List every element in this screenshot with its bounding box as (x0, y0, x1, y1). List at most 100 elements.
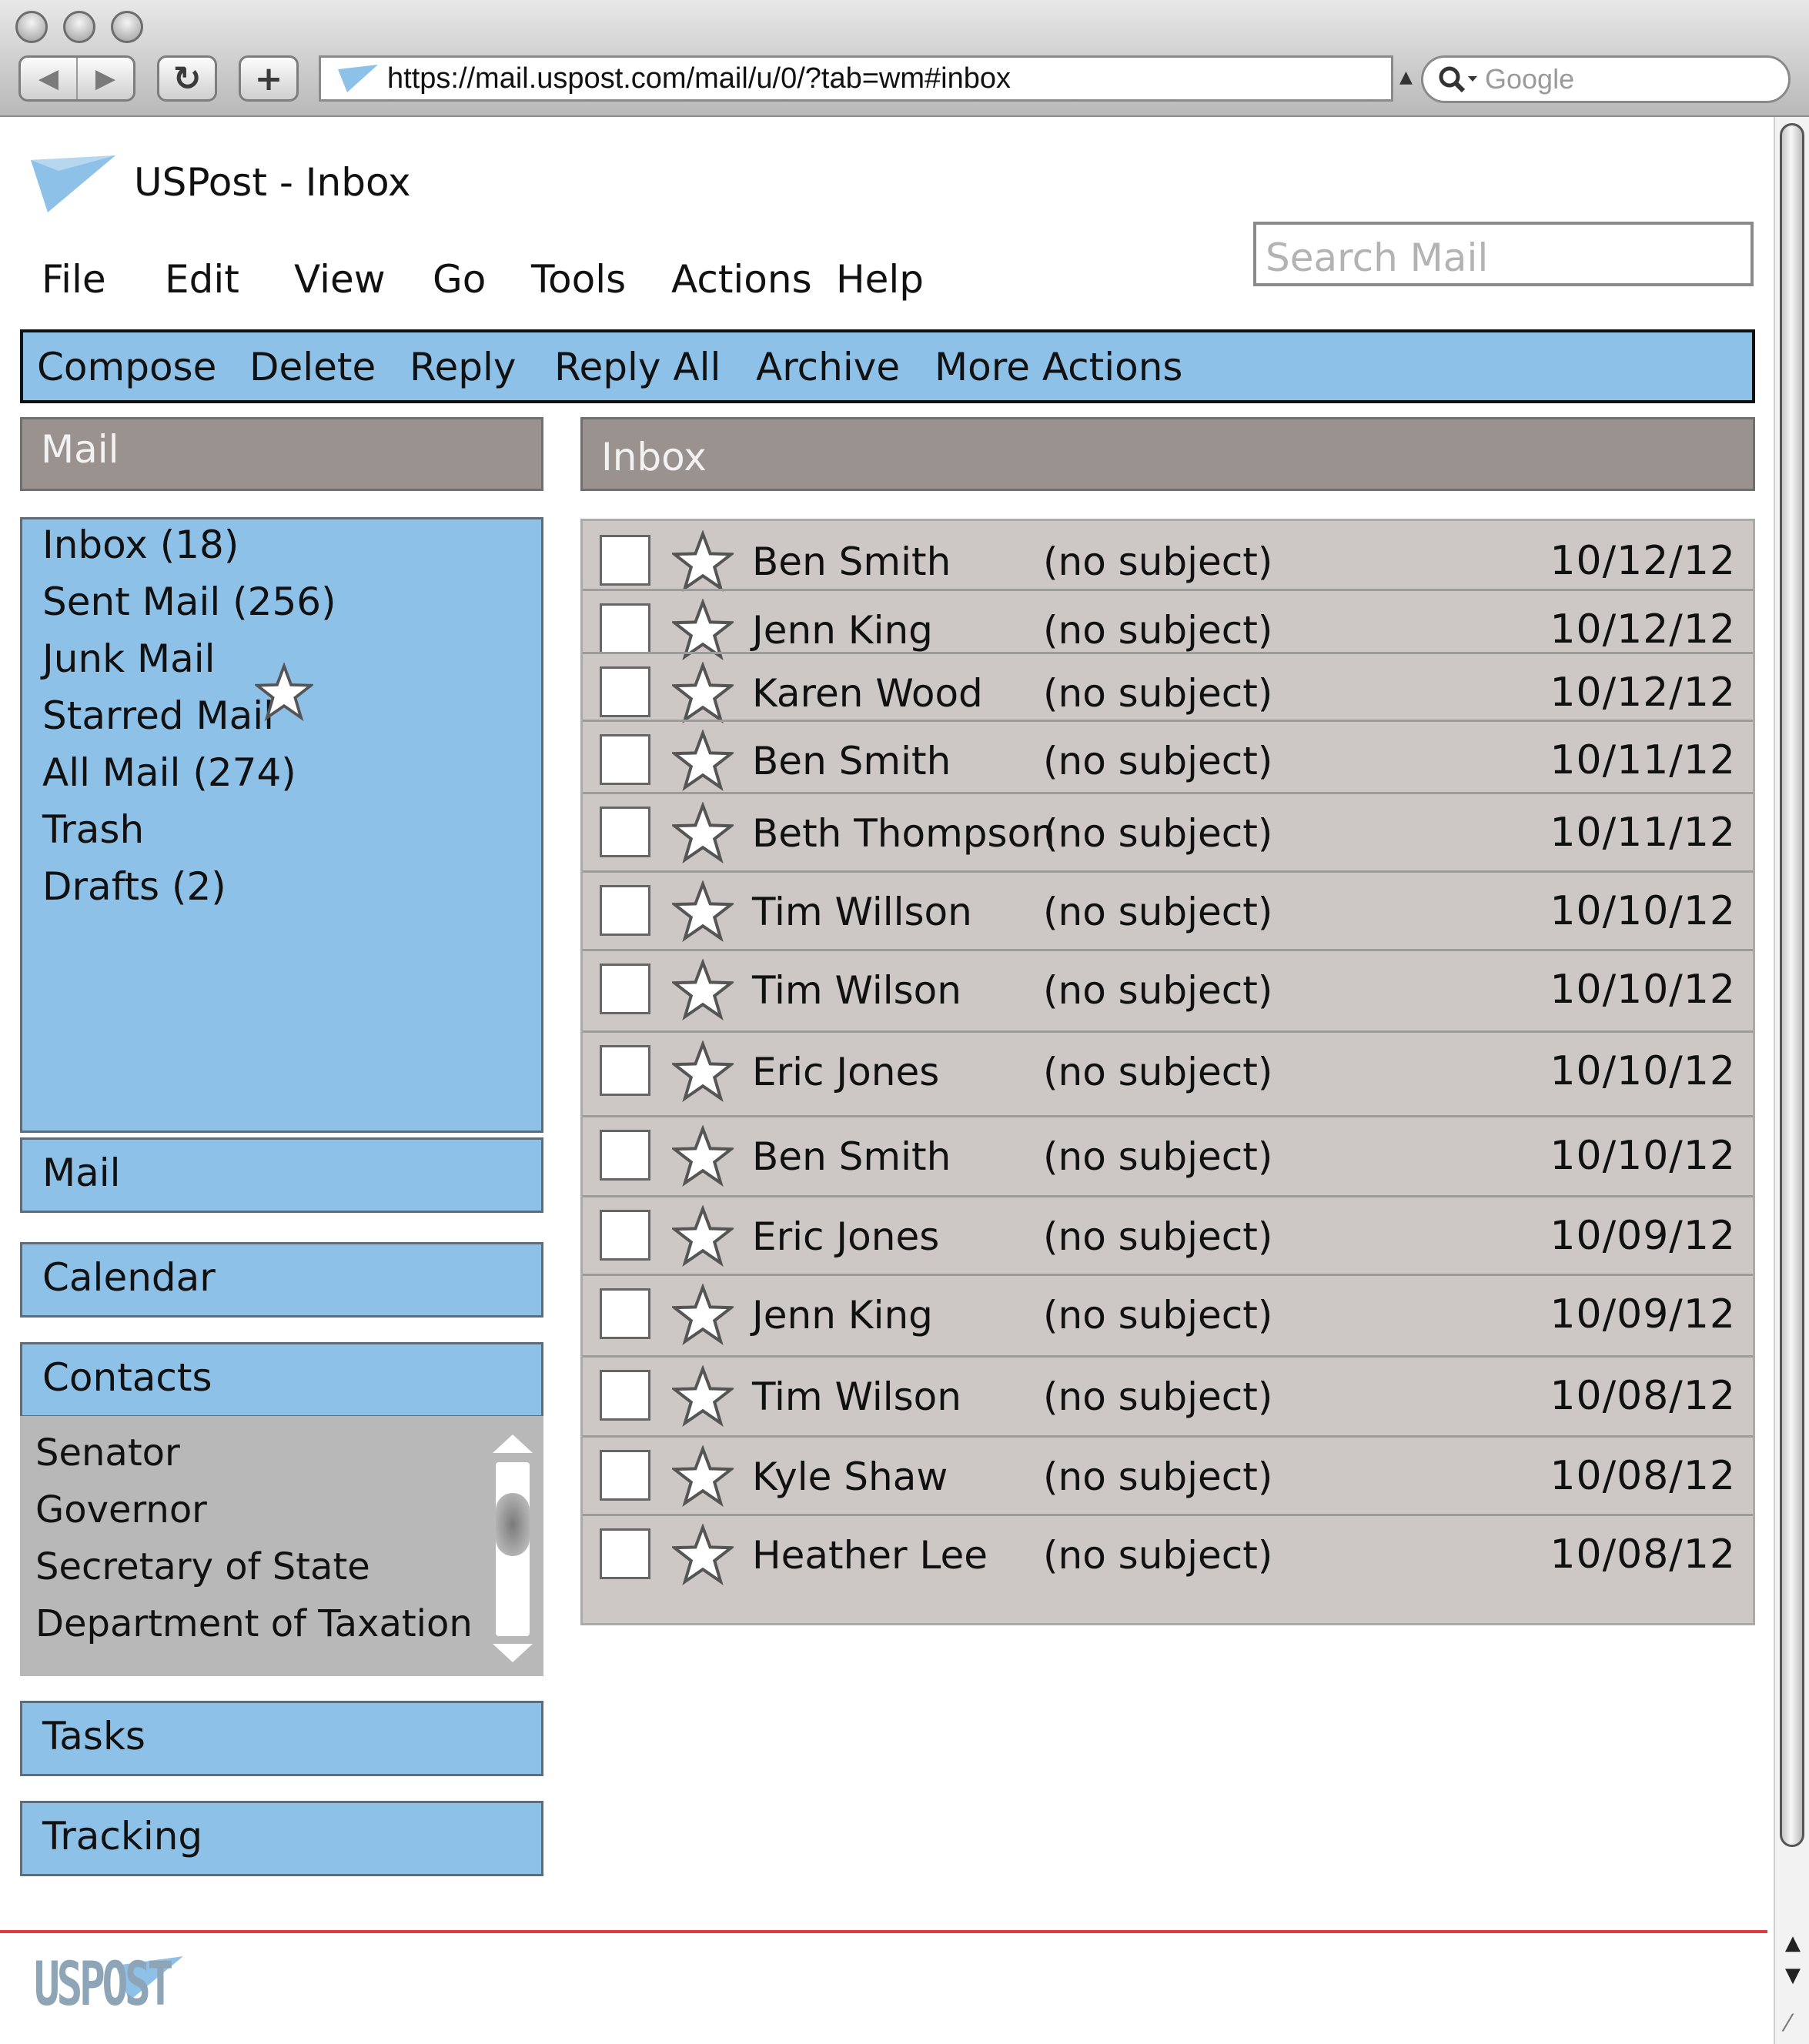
message-checkbox[interactable] (600, 603, 650, 654)
message-date: 10/09/12 (1550, 1213, 1736, 1259)
message-row[interactable]: Heather Lee (no subject) 10/08/12 (583, 1514, 1753, 1595)
contact-secretary-of-state[interactable]: Secretary of State (35, 1545, 370, 1588)
reload-icon[interactable]: ↻ (157, 55, 217, 102)
message-checkbox[interactable] (600, 1045, 650, 1096)
menu-tools[interactable]: Tools (531, 257, 626, 302)
browser-search-placeholder: Google (1485, 63, 1575, 95)
footer-brand-text: USPOST (34, 1950, 173, 2019)
star-icon[interactable] (670, 729, 736, 792)
archive-button[interactable]: Archive (756, 345, 900, 389)
folder-inbox[interactable]: Inbox (18) (42, 523, 239, 567)
contacts-scroll-thumb[interactable] (496, 1493, 530, 1556)
menu-help[interactable]: Help (836, 257, 924, 302)
star-icon[interactable] (670, 1444, 736, 1508)
star-icon[interactable] (670, 1364, 736, 1428)
forward-arrow-icon[interactable]: ▶ (78, 58, 133, 99)
message-checkbox[interactable] (600, 1528, 650, 1579)
contacts-list: Senator Governor Secretary of State Depa… (20, 1416, 543, 1676)
nav-tasks-button[interactable]: Tasks (20, 1701, 543, 1776)
close-window-icon[interactable] (15, 11, 48, 43)
contacts-scrollbar[interactable] (490, 1431, 533, 1662)
back-arrow-icon[interactable]: ◀ (21, 58, 78, 99)
message-checkbox[interactable] (600, 734, 650, 785)
message-row[interactable]: Tim Wilson (no subject) 10/08/12 (583, 1355, 1753, 1437)
scroll-up-icon[interactable]: ▲ (1781, 1932, 1804, 1955)
message-checkbox[interactable] (600, 807, 650, 857)
minimize-window-icon[interactable] (63, 11, 95, 43)
message-checkbox[interactable] (600, 1210, 650, 1261)
message-checkbox[interactable] (600, 1288, 650, 1339)
more-actions-button[interactable]: More Actions (935, 345, 1183, 389)
delete-button[interactable]: Delete (249, 345, 376, 389)
menu-actions[interactable]: Actions (671, 257, 812, 302)
search-mail-input[interactable]: Search Mail (1253, 222, 1754, 286)
message-checkbox[interactable] (600, 535, 650, 586)
menu-view[interactable]: View (294, 257, 386, 302)
contact-governor[interactable]: Governor (35, 1488, 207, 1531)
star-icon[interactable] (670, 1124, 736, 1187)
message-row[interactable]: Tim Wilson (no subject) 10/10/12 (583, 949, 1753, 1030)
folder-junk-mail[interactable]: Junk Mail (42, 636, 216, 681)
message-row[interactable]: Tim Willson (no subject) 10/10/12 (583, 870, 1753, 952)
message-subject: (no subject) (1043, 811, 1273, 856)
compose-button[interactable]: Compose (37, 345, 216, 389)
nav-mail-button[interactable]: Mail (20, 1137, 543, 1213)
message-checkbox[interactable] (600, 666, 650, 717)
inbox-header: Inbox (580, 417, 1755, 491)
message-row[interactable]: Eric Jones (no subject) 10/10/12 (583, 1030, 1753, 1112)
message-checkbox[interactable] (600, 1130, 650, 1181)
scroll-down-icon[interactable] (490, 1641, 536, 1665)
message-sender: Beth Thompson (752, 811, 1055, 856)
star-icon[interactable] (670, 958, 736, 1021)
nav-calendar-button[interactable]: Calendar (20, 1242, 543, 1318)
message-checkbox[interactable] (600, 964, 650, 1014)
folder-starred-mail[interactable]: Starred Mail (42, 693, 274, 738)
message-checkbox[interactable] (600, 1450, 650, 1501)
message-row[interactable]: Eric Jones (no subject) 10/09/12 (583, 1195, 1753, 1277)
star-icon[interactable] (670, 598, 736, 661)
message-row[interactable]: Ben Smith (no subject) 10/10/12 (583, 1115, 1753, 1197)
folder-all-mail[interactable]: All Mail (274) (42, 750, 296, 795)
message-date: 10/12/12 (1550, 606, 1736, 653)
nav-contacts-button[interactable]: Contacts (20, 1342, 543, 1418)
page-scrollbar[interactable]: ▲ ▼ ⁄ (1774, 117, 1809, 2044)
star-icon[interactable] (670, 661, 736, 724)
message-subject: (no subject) (1043, 539, 1273, 584)
resize-grip-icon[interactable]: ⁄ (1786, 2010, 1790, 2037)
folder-trash[interactable]: Trash (42, 807, 144, 852)
folder-panel: Inbox (18) Sent Mail (256) Junk Mail Sta… (20, 517, 543, 1133)
zoom-window-icon[interactable] (111, 11, 143, 43)
message-row[interactable]: Ben Smith (no subject) 10/11/12 (583, 720, 1753, 801)
scroll-down-icon[interactable]: ▼ (1781, 1964, 1804, 1987)
address-bar[interactable]: https://mail.uspost.com/mail/u/0/?tab=wm… (319, 55, 1393, 102)
message-row[interactable]: Kyle Shaw (no subject) 10/08/12 (583, 1435, 1753, 1517)
folder-sent-mail[interactable]: Sent Mail (256) (42, 579, 336, 624)
action-toolbar: Compose Delete Reply Reply All Archive M… (20, 329, 1755, 403)
plus-icon[interactable]: + (239, 55, 299, 102)
message-row[interactable]: Jenn King (no subject) 10/09/12 (583, 1274, 1753, 1355)
page-scrollbar-thumb[interactable] (1780, 123, 1804, 1847)
scroll-up-icon[interactable] (490, 1431, 536, 1456)
menu-file[interactable]: File (42, 257, 106, 302)
message-checkbox[interactable] (600, 885, 650, 936)
contact-senator[interactable]: Senator (35, 1431, 180, 1475)
message-date: 10/12/12 (1550, 670, 1736, 716)
star-icon[interactable] (670, 529, 736, 593)
star-icon[interactable] (670, 1040, 736, 1103)
url-dropdown-icon[interactable]: ▲ (1399, 68, 1413, 87)
contact-department-of-taxation[interactable]: Department of Taxation (35, 1602, 473, 1645)
star-icon[interactable] (670, 880, 736, 943)
star-icon[interactable] (670, 1283, 736, 1346)
star-icon[interactable] (670, 1523, 736, 1586)
star-icon[interactable] (670, 801, 736, 864)
star-icon[interactable] (670, 1204, 736, 1267)
menu-edit[interactable]: Edit (165, 257, 239, 302)
nav-tracking-button[interactable]: Tracking (20, 1801, 543, 1876)
folder-drafts[interactable]: Drafts (2) (42, 864, 226, 909)
reply-button[interactable]: Reply (410, 345, 516, 389)
reply-all-button[interactable]: Reply All (554, 345, 721, 389)
message-row[interactable]: Beth Thompson (no subject) 10/11/12 (583, 792, 1753, 873)
message-checkbox[interactable] (600, 1370, 650, 1421)
browser-search-field[interactable]: Google (1421, 55, 1791, 103)
menu-go[interactable]: Go (433, 257, 486, 302)
